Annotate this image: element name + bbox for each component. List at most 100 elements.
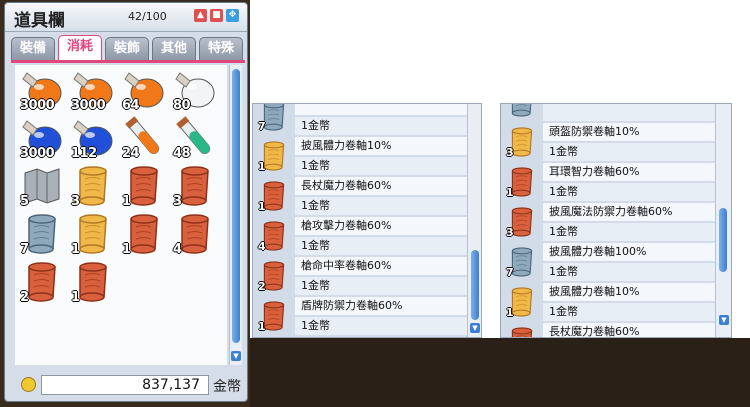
- shop-row[interactable]: 1 披風體力卷軸10% 1金幣: [503, 282, 715, 322]
- inventory-slot[interactable]: 7: [19, 211, 65, 257]
- coin-icon: [21, 377, 36, 392]
- item-price: 1金幣: [295, 237, 467, 255]
- expand-icon[interactable]: ✥: [226, 9, 239, 22]
- shop-row[interactable]: 1 耳環智力卷軸60% 1金幣: [503, 162, 715, 202]
- shop-row[interactable]: 1 披風體力卷軸10% 1金幣: [255, 136, 467, 176]
- scroll-blue-icon: [505, 104, 539, 119]
- item-quantity: 24: [122, 146, 140, 161]
- tab-use[interactable]: 消耗: [58, 35, 102, 61]
- item-name: 槍命中率卷軸60%: [295, 257, 467, 275]
- inventory-title-bar[interactable]: 道具欄 42/100 ▲ ■ ✥: [5, 3, 247, 32]
- inventory-tabs: 裝備 消耗 裝飾 其他 特殊: [11, 35, 247, 61]
- inventory-slot-count: 42/100: [128, 10, 167, 23]
- scroll-down-icon[interactable]: ▼: [719, 315, 729, 325]
- item-name: 披風魔法防禦力卷軸60%: [543, 203, 715, 221]
- item-name: 頭盔防禦卷軸10%: [543, 123, 715, 141]
- shop-row[interactable]: 7 1金幣: [255, 104, 467, 136]
- scroll-red-icon: [505, 325, 539, 337]
- tab-etc[interactable]: 其他: [152, 37, 196, 61]
- inventory-slot[interactable]: 2: [19, 259, 65, 305]
- inventory-slot[interactable]: 48: [172, 115, 218, 161]
- item-grid: 3000 3000 64 80 3000 112 24 48 5 3 1 3 7…: [15, 65, 227, 365]
- scroll-red-icon: 1: [505, 165, 539, 199]
- item-quantity: 3: [506, 226, 514, 239]
- item-quantity: 1: [506, 186, 514, 199]
- item-quantity: 1: [122, 194, 131, 209]
- inventory-slot[interactable]: 3000: [19, 67, 65, 113]
- item-quantity: 4: [258, 240, 266, 253]
- item-name: [295, 104, 467, 115]
- inventory-slot[interactable]: 24: [121, 115, 167, 161]
- scroll-down-icon[interactable]: ▼: [231, 351, 241, 361]
- game-background: [250, 338, 750, 407]
- item-name: 槍攻擊力卷軸60%: [295, 217, 467, 235]
- inventory-slot[interactable]: 5: [19, 163, 65, 209]
- shop-right-scrollbar[interactable]: ▼: [715, 104, 731, 337]
- inventory-slot[interactable]: 112: [70, 115, 116, 161]
- inventory-slot[interactable]: 64: [121, 67, 167, 113]
- scroll-red-icon: 3: [505, 205, 539, 239]
- inventory-scrollbar[interactable]: ▼: [229, 65, 242, 365]
- shop-row[interactable]: 4 槍攻擊力卷軸60% 1金幣: [255, 216, 467, 256]
- inventory-slot[interactable]: 3: [70, 163, 116, 209]
- scroll-red-icon: 2: [257, 259, 291, 293]
- item-quantity: 2: [258, 280, 266, 293]
- inventory-slot[interactable]: 1: [121, 163, 167, 209]
- item-price: 1金幣: [543, 263, 715, 281]
- item-quantity: 1: [506, 306, 514, 319]
- tab-cash[interactable]: 特殊: [199, 37, 243, 61]
- item-quantity: 3000: [20, 146, 55, 161]
- inventory-slot[interactable]: 1: [70, 259, 116, 305]
- item-quantity: 1: [71, 290, 80, 305]
- item-quantity: 1: [122, 242, 131, 257]
- item-quantity: 1: [71, 242, 80, 257]
- inventory-scroll-thumb[interactable]: [232, 69, 240, 343]
- scroll-down-icon[interactable]: ▼: [470, 323, 480, 333]
- inventory-slot[interactable]: 80: [172, 67, 218, 113]
- item-name: 披風體力卷軸10%: [543, 283, 715, 301]
- item-quantity: 7: [258, 120, 266, 133]
- scroll-red-icon: 1: [257, 299, 291, 333]
- shop-right-scroll-thumb[interactable]: [719, 208, 727, 272]
- shop-row[interactable]: 7 披風體力卷軸100% 1金幣: [503, 242, 715, 282]
- item-quantity: 7: [506, 266, 514, 279]
- scroll-blue-icon: 7: [505, 245, 539, 279]
- shop-row[interactable]: 3 頭盔防禦卷軸10% 1金幣: [503, 122, 715, 162]
- inventory-slot[interactable]: 3: [172, 163, 218, 209]
- shop-left-scroll-thumb[interactable]: [471, 250, 479, 320]
- item-quantity: 64: [122, 98, 140, 113]
- shop-list-right: 3 頭盔防禦卷軸10% 1金幣 1 耳環智力卷軸60% 1金幣 3 披風魔法防禦力卷軸60…: [500, 103, 732, 338]
- sort-icon[interactable]: ▲: [194, 9, 207, 22]
- shop-row[interactable]: 1 長杖魔力卷軸60% 1金幣: [255, 176, 467, 216]
- inventory-slot[interactable]: 3000: [70, 67, 116, 113]
- meso-bar: 837,137 金幣: [15, 373, 247, 397]
- item-quantity: 112: [71, 146, 97, 161]
- item-quantity: 2: [20, 290, 29, 305]
- inventory-slot[interactable]: 1: [70, 211, 116, 257]
- item-name: 耳環智力卷軸60%: [543, 163, 715, 181]
- item-quantity: 5: [20, 194, 29, 209]
- item-quantity: 48: [173, 146, 191, 161]
- tab-setup[interactable]: 裝飾: [105, 37, 149, 61]
- tab-equip[interactable]: 裝備: [11, 37, 55, 61]
- item-name: 長杖魔力卷軸60%: [295, 177, 467, 195]
- item-quantity: 3: [173, 194, 182, 209]
- shop-row[interactable]: [503, 104, 715, 122]
- gather-icon[interactable]: ■: [210, 9, 223, 22]
- item-price: 1金幣: [295, 197, 467, 215]
- shop-row[interactable]: 長杖魔力卷軸60%: [503, 322, 715, 337]
- shop-row[interactable]: 3 披風魔法防禦力卷軸60% 1金幣: [503, 202, 715, 242]
- item-price: 1金幣: [543, 143, 715, 161]
- item-price: [543, 104, 715, 121]
- meso-field: 837,137: [41, 375, 209, 395]
- shop-row[interactable]: 1 盾牌防禦力卷軸60% 1金幣: [255, 296, 467, 336]
- shop-row[interactable]: 2 槍命中率卷軸60% 1金幣: [255, 256, 467, 296]
- item-price: 1金幣: [543, 183, 715, 201]
- inventory-slot[interactable]: 1: [121, 211, 167, 257]
- inventory-slot[interactable]: 4: [172, 211, 218, 257]
- item-quantity: 3: [506, 146, 514, 159]
- shop-left-scrollbar[interactable]: ▼: [467, 104, 481, 337]
- item-price: 1金幣: [295, 317, 467, 335]
- inventory-slot[interactable]: 3000: [19, 115, 65, 161]
- item-quantity: 1: [258, 160, 266, 173]
